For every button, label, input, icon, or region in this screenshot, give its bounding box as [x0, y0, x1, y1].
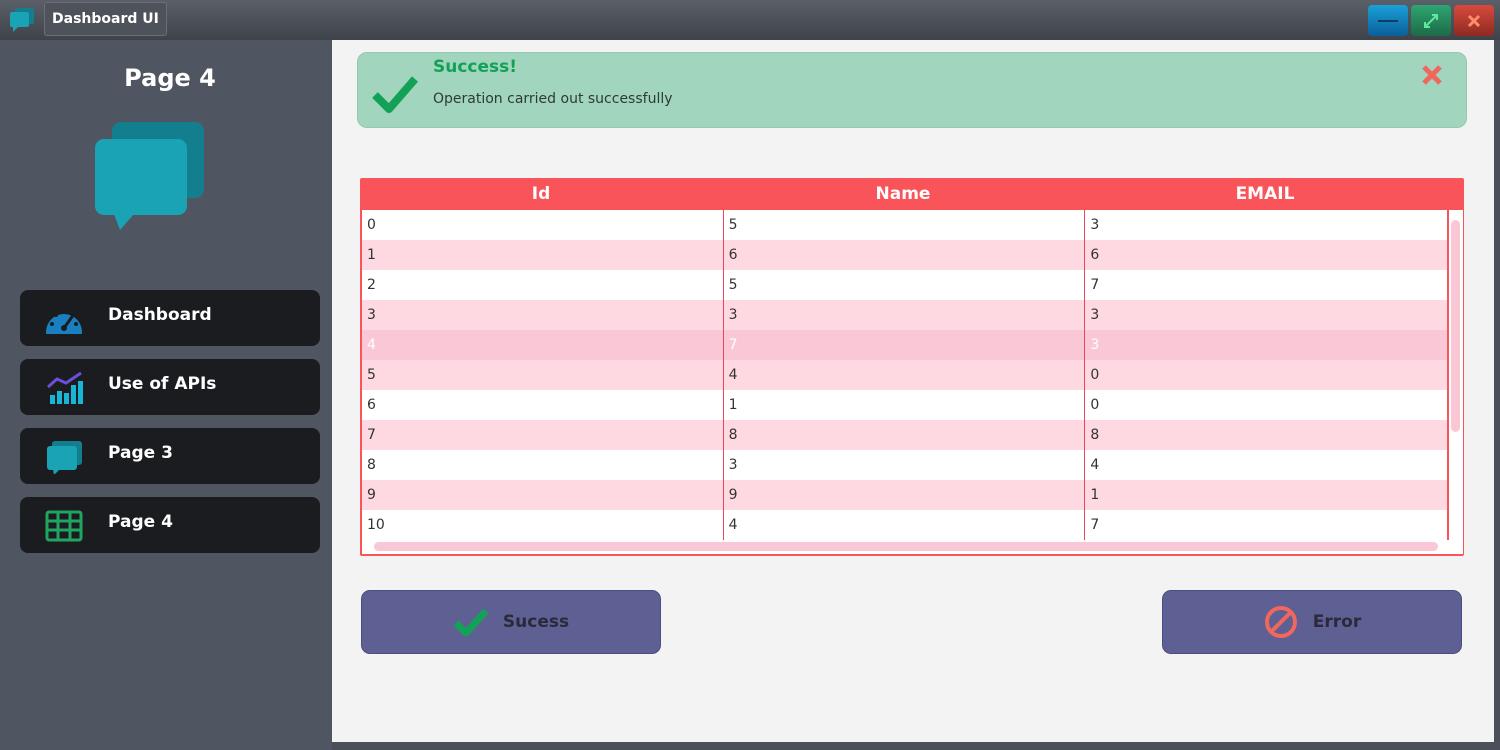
data-table[interactable]: Id Name EMAIL 05316625733347354061078883…	[360, 178, 1464, 556]
sidebar-item-dashboard[interactable]: Dashboard	[20, 290, 320, 346]
close-icon[interactable]	[1420, 63, 1444, 87]
main-content: Success! Operation carried out successfu…	[332, 40, 1494, 742]
table-cell: 5	[362, 360, 724, 390]
table-cell: 1	[724, 390, 1086, 420]
table-cell: 10	[362, 510, 724, 540]
table-cell: 3	[1090, 337, 1100, 353]
scrollbar-thumb[interactable]	[1451, 220, 1460, 432]
table-cell: 3	[724, 450, 1086, 480]
table-cell: 3	[1090, 307, 1100, 323]
window-title: Dashboard UI	[44, 2, 167, 36]
minimize-icon	[1378, 19, 1398, 22]
table-cell: 6	[362, 390, 724, 420]
table-cell: 7	[1090, 277, 1100, 293]
table-cell: 3	[1090, 217, 1100, 233]
column-header-id[interactable]: Id	[360, 178, 722, 210]
table-cell: 8	[724, 420, 1086, 450]
sidebar-item-label: Dashboard	[108, 305, 212, 325]
table-cell: 3	[362, 300, 724, 330]
table-cell: 0	[362, 210, 724, 240]
table-cell: 9	[724, 480, 1086, 510]
success-button[interactable]: Sucess	[361, 590, 661, 654]
column-header-email[interactable]: EMAIL	[1084, 178, 1446, 210]
table-icon	[45, 510, 83, 542]
sidebar-item-label: Use of APIs	[108, 374, 217, 394]
table-cell: 4	[362, 330, 724, 360]
sidebar-item-page-3[interactable]: Page 3	[20, 428, 320, 484]
chat-icon	[47, 441, 82, 474]
error-button-label: Error	[1312, 612, 1362, 632]
vertical-scrollbar[interactable]	[1449, 210, 1463, 540]
table-cell: 9	[362, 480, 724, 510]
column-header-name[interactable]: Name	[722, 178, 1084, 210]
table-cell: 4	[1090, 457, 1100, 473]
table-row[interactable]: 053	[362, 210, 1447, 240]
prohibited-icon	[1264, 606, 1297, 638]
table-row[interactable]: 257	[362, 270, 1447, 300]
chat-icon	[10, 8, 34, 32]
chart-icon	[47, 371, 83, 404]
minimize-button[interactable]	[1368, 5, 1408, 36]
scrollbar-thumb[interactable]	[374, 542, 1438, 551]
table-row[interactable]: 834	[362, 450, 1447, 480]
table-header: Id Name EMAIL	[360, 178, 1448, 210]
table-row[interactable]: 473	[362, 330, 1447, 360]
page-title: Page 4	[124, 64, 216, 92]
table-row[interactable]: 10 4 7	[362, 510, 1447, 540]
table-row[interactable]: 166	[362, 240, 1447, 270]
horizontal-scrollbar[interactable]	[362, 540, 1449, 554]
chat-icon	[95, 122, 204, 230]
close-icon	[1467, 14, 1481, 27]
table-row[interactable]: 333	[362, 300, 1447, 330]
table-row[interactable]: 540	[362, 360, 1447, 390]
table-cell: 0	[1090, 367, 1100, 383]
speedometer-icon	[46, 309, 82, 334]
success-alert: Success! Operation carried out successfu…	[357, 52, 1467, 128]
checkmark-icon	[372, 76, 418, 113]
table-cell: 1	[362, 240, 724, 270]
checkmark-icon	[453, 608, 489, 637]
alert-message: Operation carried out successfully	[433, 91, 673, 107]
table-cell: 7	[724, 330, 1086, 360]
alert-title: Success!	[433, 57, 518, 77]
table-cell: 6	[724, 240, 1086, 270]
sidebar-item-use-of-apis[interactable]: Use of APIs	[20, 359, 320, 415]
error-button[interactable]: Error	[1162, 590, 1462, 654]
table-cell: 0	[1090, 397, 1100, 413]
table-cell: 5	[724, 270, 1086, 300]
table-cell: 8	[362, 450, 724, 480]
success-button-label: Sucess	[502, 612, 570, 632]
maximize-button[interactable]	[1411, 5, 1451, 36]
sidebar: Page 4 Dashboard Use of APIs Page 3 Page…	[0, 40, 332, 750]
table-cell: 7	[362, 420, 724, 450]
title-bar: Dashboard UI	[0, 0, 1500, 40]
table-cell: 7	[1090, 517, 1100, 533]
close-window-button[interactable]	[1454, 5, 1494, 36]
table-cell: 6	[1090, 247, 1100, 263]
sidebar-item-label: Page 3	[108, 443, 173, 463]
table-row[interactable]: 788	[362, 420, 1447, 450]
scrollbar-corner	[1449, 540, 1463, 554]
table-row[interactable]: 991	[362, 480, 1447, 510]
table-row[interactable]: 610	[362, 390, 1447, 420]
table-body: 0 5 3 1 6 6 2 5 7 3 3 3 4 7 3 5 4 0 6 1 0 7 8 8 8 3 4 9 9 1 10 4 7	[362, 210, 1447, 540]
table-cell: 2	[362, 270, 724, 300]
table-cell: 8	[1090, 427, 1100, 443]
table-cell: 4	[724, 360, 1086, 390]
expand-icon	[1424, 13, 1438, 28]
table-cell: 5	[724, 210, 1086, 240]
table-cell: 4	[724, 510, 1086, 540]
sidebar-item-label: Page 4	[108, 512, 173, 532]
table-cell: 3	[724, 300, 1086, 330]
table-cell: 1	[1090, 487, 1100, 503]
sidebar-item-page-4[interactable]: Page 4	[20, 497, 320, 553]
